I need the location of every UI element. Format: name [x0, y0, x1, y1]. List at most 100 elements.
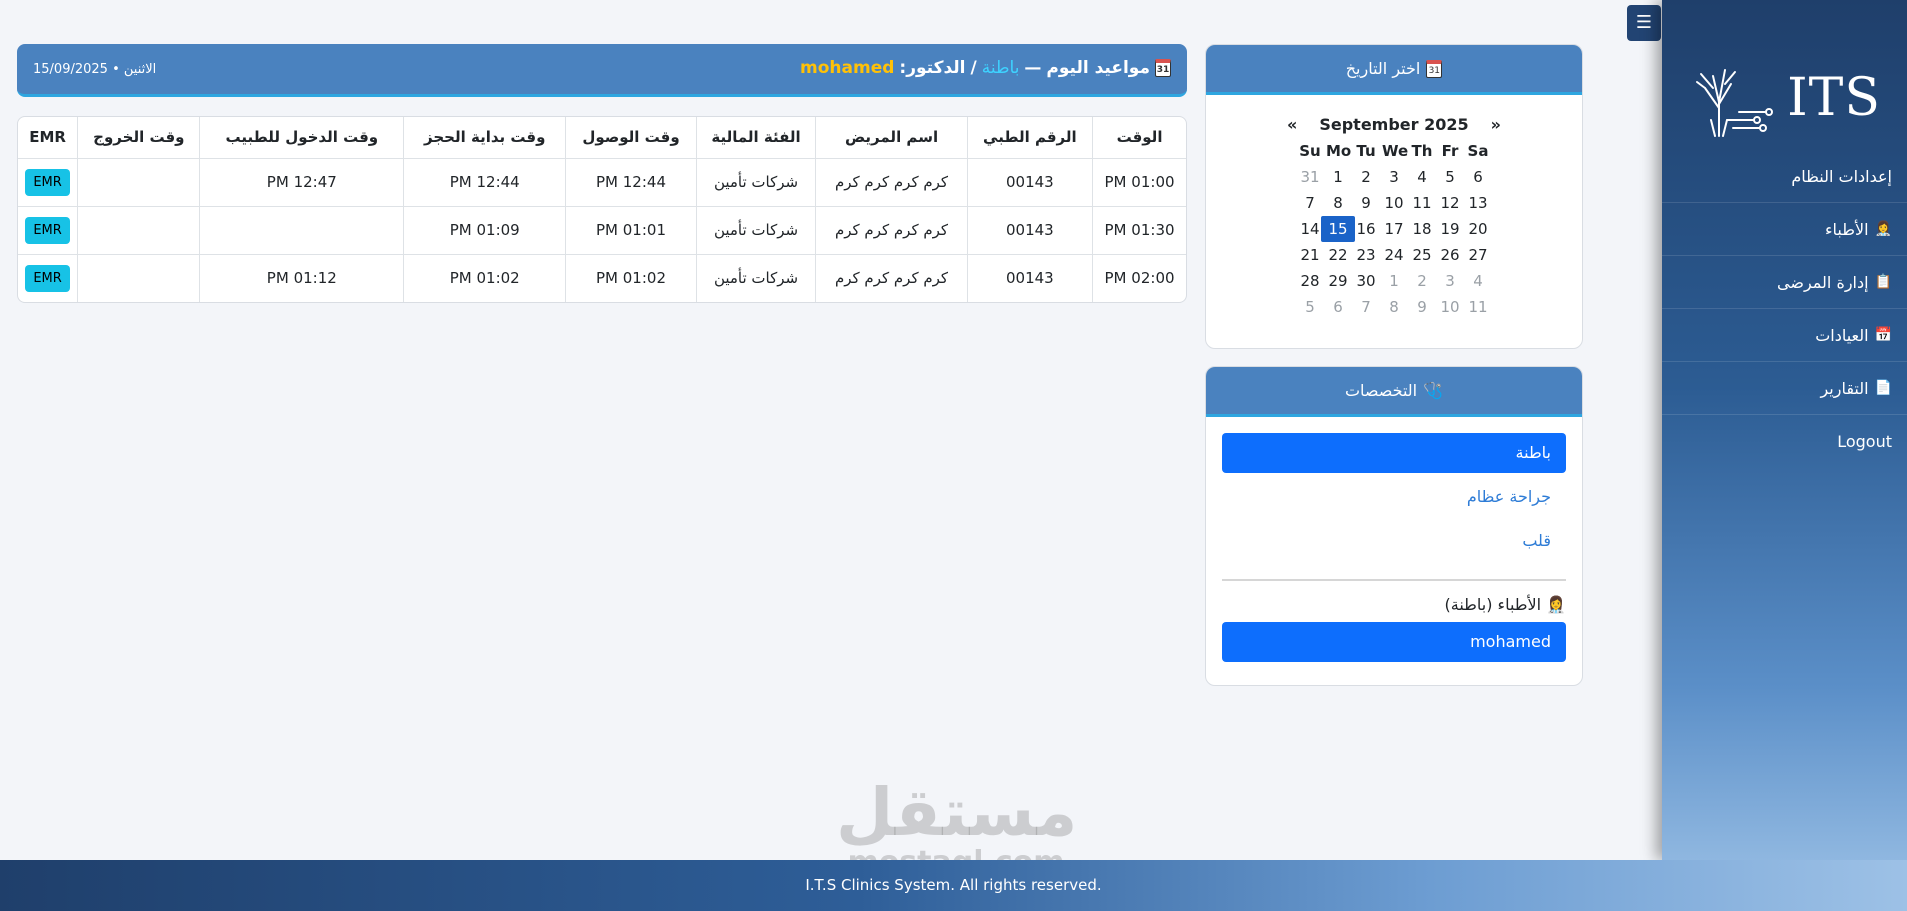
page-title: 31 مواعيد اليوم — باطنة / الدكتور: moham… [800, 58, 1171, 78]
calendar-day[interactable]: 29 [1326, 268, 1350, 294]
calendar-day[interactable]: 5 [1438, 164, 1462, 190]
calendar-day[interactable]: 19 [1438, 216, 1462, 242]
cell-time: 01:00 PM [1092, 158, 1186, 207]
calendar-day[interactable]: 6 [1326, 294, 1350, 320]
cell-exit [77, 158, 200, 207]
calendar-day[interactable]: 20 [1466, 216, 1490, 242]
calendar-day[interactable]: 3 [1438, 268, 1462, 294]
title-separator: / [970, 58, 977, 78]
sidebar-item-label: العيادات [1815, 325, 1869, 345]
calendar-day[interactable]: 23 [1354, 242, 1378, 268]
calendar-day[interactable]: 14 [1298, 216, 1322, 242]
sidebar-item-settings[interactable]: إعدادات النظام [1662, 150, 1907, 203]
column-header: الفئة المالية [695, 117, 816, 159]
specialty-list: باطنة جراحة عظام قلب [1206, 417, 1582, 561]
calendar-day[interactable]: 4 [1466, 268, 1490, 294]
cell-booking-start: 01:02 PM [403, 254, 566, 302]
tree-logo-icon [1696, 69, 1774, 137]
sidebar-nav: إعدادات النظام 👩‍⚕️ الأطباء 📋 إدارة المر… [1662, 150, 1907, 468]
calendar-icon: 31 [1426, 59, 1443, 78]
calendar-day[interactable]: 26 [1438, 242, 1462, 268]
emr-button[interactable]: EMR [25, 168, 70, 196]
calendar-icon: 📅 [1874, 327, 1892, 343]
sidebar-item-label: Logout [1837, 432, 1892, 451]
appointments-header: 31 مواعيد اليوم — باطنة / الدكتور: moham… [17, 44, 1187, 97]
calendar-day[interactable]: 6 [1466, 164, 1490, 190]
doctors-heading-text: الأطباء (باطنة) [1444, 595, 1542, 614]
weekday-label: Tu [1356, 142, 1376, 160]
calendar-day[interactable]: 13 [1466, 190, 1490, 216]
sidebar-item-label: إدارة المرضى [1777, 272, 1869, 292]
calendar-day[interactable]: 4 [1410, 164, 1434, 190]
calendar-day[interactable]: 17 [1382, 216, 1406, 242]
specialty-item[interactable]: باطنة [1222, 433, 1566, 473]
calendar-day[interactable]: 24 [1382, 242, 1406, 268]
calendar-day[interactable]: 21 [1298, 242, 1322, 268]
doctors-heading: 👩‍⚕️ الأطباء (باطنة) [1206, 595, 1582, 614]
calendar-day[interactable]: 28 [1298, 268, 1322, 294]
emr-button[interactable]: EMR [25, 264, 70, 292]
calendar-day[interactable]: 25 [1410, 242, 1434, 268]
doctor-button[interactable]: mohamed [1222, 622, 1566, 662]
calendar-day[interactable]: 9 [1354, 190, 1378, 216]
calendar-day[interactable]: 11 [1410, 190, 1434, 216]
appointments-table: الوقت الرقم الطبي اسم المريض الفئة المال… [17, 116, 1187, 303]
month-label: September 2025 [1319, 115, 1469, 134]
prev-month-button[interactable]: « [1287, 115, 1297, 134]
logo-text: ITS [1787, 68, 1881, 128]
cell-arrival: 01:02 PM [565, 254, 697, 302]
column-header: وقت الدخول للطبيب [199, 117, 404, 159]
calendar-day[interactable]: 7 [1298, 190, 1322, 216]
calendar-day[interactable]: 15 [1321, 216, 1355, 242]
calendar-day[interactable]: 5 [1298, 294, 1322, 320]
calendar-day[interactable]: 9 [1410, 294, 1434, 320]
table-row[interactable]: 01:00 PM 00143 كرم كرم كرم كرم شركات تأم… [18, 158, 1186, 207]
calendar-day[interactable]: 2 [1354, 164, 1378, 190]
calendar-day[interactable]: 2 [1410, 268, 1434, 294]
table-row[interactable]: 02:00 PM 00143 كرم كرم كرم كرم شركات تأم… [18, 254, 1186, 302]
cell-patient-name: كرم كرم كرم كرم [815, 206, 968, 255]
calendar-day[interactable]: 31 [1298, 164, 1322, 190]
calendar-day[interactable]: 16 [1354, 216, 1378, 242]
calendar-day[interactable]: 8 [1382, 294, 1406, 320]
sidebar-item-doctors[interactable]: 👩‍⚕️ الأطباء [1662, 203, 1907, 256]
menu-toggle-button[interactable]: ☰ [1627, 5, 1661, 41]
cell-patient-name: كرم كرم كرم كرم [815, 158, 968, 207]
sidebar: ITS إعدادات النظام 👩‍⚕️ الأطباء 📋 إدارة … [1662, 0, 1907, 860]
its-logo: ITS [1693, 58, 1881, 138]
sidebar-item-label: إعدادات النظام [1791, 166, 1892, 186]
calendar-day[interactable]: 11 [1466, 294, 1490, 320]
specialty-item[interactable]: جراحة عظام [1222, 477, 1566, 517]
specialty-item[interactable]: قلب [1222, 521, 1566, 561]
calendar-day[interactable]: 8 [1326, 190, 1350, 216]
calendar-day[interactable]: 22 [1326, 242, 1350, 268]
cell-patient-name: كرم كرم كرم كرم [815, 254, 968, 302]
calendar-day[interactable]: 1 [1382, 268, 1406, 294]
calendar-day[interactable]: 1 [1326, 164, 1350, 190]
doctor-icon: 👩‍⚕️ [1874, 221, 1892, 237]
calendar-day[interactable]: 18 [1410, 216, 1434, 242]
sidebar-item-logout[interactable]: Logout [1662, 415, 1907, 468]
calendar-day[interactable]: 12 [1438, 190, 1462, 216]
calendar-day[interactable]: 10 [1382, 190, 1406, 216]
calendar-grid: Su Mo Tu We Th Fr Sa 31 1 2 3 4 5 6 7 8 9 10 11 12 13… [1206, 138, 1582, 320]
footer: I.T.S Clinics System. All rights reserve… [0, 860, 1907, 911]
next-month-button[interactable]: » [1491, 115, 1501, 134]
weekday-label: We [1382, 142, 1409, 160]
cell-category: شركات تأمين [695, 206, 816, 255]
sidebar-item-patients[interactable]: 📋 إدارة المرضى [1662, 256, 1907, 309]
calendar-day[interactable]: 27 [1466, 242, 1490, 268]
date-picker-card: 31 اختر التاريخ « September 2025 » Su Mo… [1205, 44, 1583, 349]
sidebar-item-clinics[interactable]: 📅 العيادات [1662, 309, 1907, 362]
calendar-day[interactable]: 7 [1354, 294, 1378, 320]
sidebar-item-reports[interactable]: 📄 التقارير [1662, 362, 1907, 415]
table-header-row: الوقت الرقم الطبي اسم المريض الفئة المال… [18, 117, 1186, 159]
emr-button[interactable]: EMR [25, 216, 70, 244]
calendar-day[interactable]: 10 [1438, 294, 1462, 320]
table-row[interactable]: 01:30 PM 00143 كرم كرم كرم كرم شركات تأم… [18, 206, 1186, 255]
calendar-day[interactable]: 30 [1354, 268, 1378, 294]
cell-mrn: 00143 [966, 254, 1093, 302]
calendar-day[interactable]: 3 [1382, 164, 1406, 190]
cell-doctor-in [199, 206, 404, 255]
column-header: الرقم الطبي [966, 117, 1093, 159]
